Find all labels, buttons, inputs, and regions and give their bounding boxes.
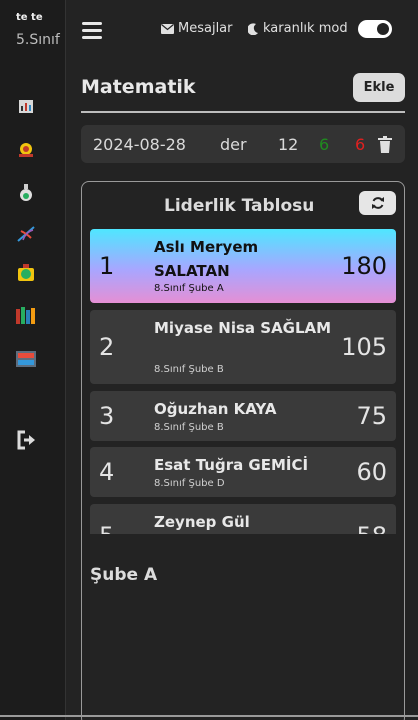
- bottom-divider: [0, 715, 418, 717]
- student-class: 8.Sınıf Şube B: [154, 422, 224, 433]
- leaderboard-card[interactable]: 2 Miyase Nisa SAĞLAM 8.Sınıf Şube B 105: [90, 310, 396, 384]
- leaderboard-card[interactable]: 4 Esat Tuğra GEMİCİ 8.Sınıf Şube D 60: [90, 447, 396, 497]
- messages-label: Mesajlar: [178, 21, 233, 36]
- student-name: Miyase Nisa SAĞLAM: [154, 319, 332, 337]
- rank: 3: [99, 402, 115, 430]
- rank: 1: [99, 252, 115, 280]
- score: 60: [356, 458, 387, 486]
- dark-mode-label-group: karanlık mod: [248, 21, 348, 36]
- leaderboard-card[interactable]: 1 Aslı Meryem SALATAN 8.Sınıf Şube A 180: [90, 229, 396, 303]
- flask-icon[interactable]: [16, 183, 36, 201]
- student-class: 8.Sınıf Şube B: [154, 364, 224, 375]
- bookshelf-icon[interactable]: [16, 350, 36, 368]
- student-name: Zeynep Gül: [154, 513, 250, 531]
- entry-date: 2024-08-28: [93, 135, 186, 154]
- user-class: 5.Sınıf: [16, 32, 60, 48]
- student-class: 8.Sınıf Şube A: [154, 283, 224, 294]
- entry-correct: 6: [319, 135, 330, 154]
- rank: 5: [99, 522, 114, 534]
- leaderboard-title: Liderlik Tablosu: [164, 196, 315, 216]
- leaderboard-card[interactable]: 5 Zeynep Gül 58: [90, 504, 396, 534]
- divider: [81, 111, 405, 113]
- entry-wrong: 6: [355, 135, 366, 154]
- score: 58: [356, 522, 387, 534]
- leaderboard-panel: Liderlik Tablosu 1 Aslı Meryem SALATAN 8…: [81, 181, 405, 720]
- sidebar: te te 5.Sınıf: [0, 0, 66, 720]
- messages-link[interactable]: Mesajlar: [161, 21, 233, 36]
- student-name: Esat Tuğra GEMİCİ: [154, 456, 309, 474]
- score: 105: [341, 333, 387, 361]
- menu-icon[interactable]: [82, 22, 102, 40]
- score: 180: [341, 252, 387, 280]
- rank: 4: [99, 458, 115, 486]
- entry-total: 12: [278, 135, 299, 154]
- student-name: Oğuzhan KAYA: [154, 400, 277, 418]
- student-class: 8.Sınıf Şube D: [154, 478, 225, 489]
- entry-type: der: [220, 135, 247, 154]
- badge-icon[interactable]: [16, 141, 36, 159]
- add-button[interactable]: Ekle: [353, 73, 405, 102]
- dna-icon[interactable]: [16, 225, 36, 243]
- moon-icon: [248, 22, 258, 35]
- leaderboard-list: 1 Aslı Meryem SALATAN 8.Sınıf Şube A 180…: [90, 229, 396, 534]
- entry-row: 2024-08-28 der 12 6 6: [81, 125, 405, 163]
- refresh-icon: [371, 197, 384, 209]
- dark-mode-toggle[interactable]: [358, 20, 392, 38]
- books-icon[interactable]: [16, 306, 36, 324]
- leaderboard-card[interactable]: 3 Oğuzhan KAYA 8.Sınıf Şube B 75: [90, 391, 396, 441]
- section-title: Şube A: [90, 565, 158, 585]
- envelope-icon: [161, 23, 174, 34]
- chart-icon[interactable]: [16, 97, 36, 115]
- refresh-button[interactable]: [359, 191, 396, 215]
- student-name: Aslı Meryem SALATAN: [154, 238, 259, 280]
- user-name: te te: [16, 12, 43, 23]
- globe-icon[interactable]: [16, 264, 36, 282]
- rank: 2: [99, 333, 115, 361]
- score: 75: [356, 402, 387, 430]
- trash-icon[interactable]: [377, 136, 393, 153]
- page-title: Matematik: [81, 76, 196, 98]
- dark-mode-label: karanlık mod: [263, 21, 348, 36]
- logout-icon[interactable]: [16, 430, 38, 450]
